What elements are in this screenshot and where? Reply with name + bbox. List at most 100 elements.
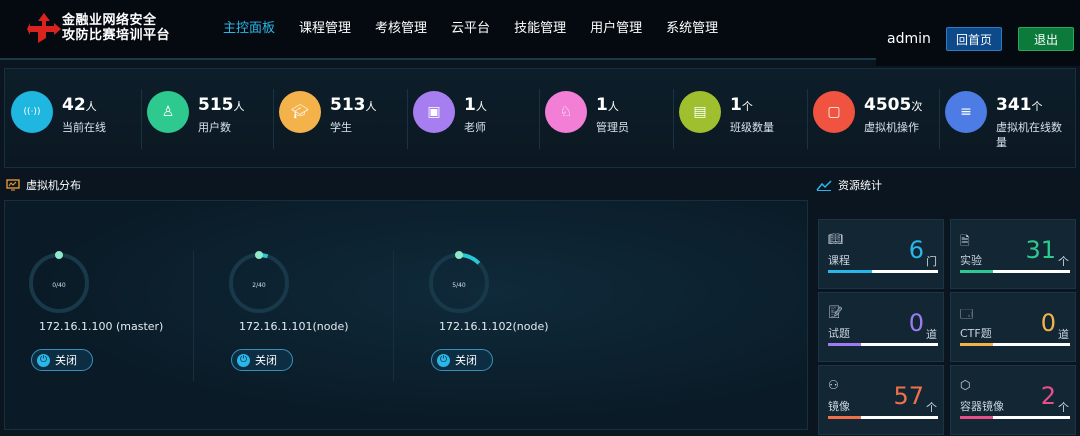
stat-value: 1人 xyxy=(596,95,619,115)
brand-title: 金融业网络安全 攻防比赛培训平台 xyxy=(62,13,171,43)
stat-label: 学生 xyxy=(330,121,352,134)
stat-separator xyxy=(141,89,142,149)
nav-exam[interactable]: 考核管理 xyxy=(363,0,439,58)
image-icon: ⚇ xyxy=(828,378,839,392)
vm-divider xyxy=(193,251,194,381)
container-icon: ⬡ xyxy=(960,378,971,392)
stat-separator xyxy=(939,89,940,149)
resource-label: 容器镜像 xyxy=(960,400,1004,413)
resource-label: 课程 xyxy=(828,254,850,267)
resource-progress-fill xyxy=(960,343,993,346)
power-icon: ⏻ xyxy=(437,353,450,367)
resource-panel: 📖︎ 课程 6 门 🗎︎ 实验 31 个 📝︎ 试题 0 道 🗔︎ CTF题 0… xyxy=(814,198,1076,436)
nav-cloud[interactable]: 云平台 xyxy=(439,0,502,58)
nav-user[interactable]: 用户管理 xyxy=(578,0,654,58)
resource-card-1[interactable]: 🗎︎ 实验 31 个 xyxy=(950,219,1076,289)
stat-value: 1个 xyxy=(730,95,753,115)
usage-ring: 0/40 xyxy=(29,251,89,313)
resource-card-5[interactable]: ⬡ 容器镜像 2 个 xyxy=(950,365,1076,435)
vm-node-1: 2/40 172.16.1.101(node) ⏻ 关闭 xyxy=(213,241,403,381)
logo-icon xyxy=(27,13,61,43)
resource-unit: 个 xyxy=(926,401,937,414)
resource-progress-fill xyxy=(828,270,872,273)
resource-label: CTF题 xyxy=(960,327,992,340)
resource-value: 0 xyxy=(1040,309,1056,337)
stat-separator xyxy=(807,89,808,149)
power-icon: ⏻ xyxy=(37,353,50,367)
wifi-icon: ((·)) xyxy=(11,91,53,133)
resource-section-title: 资源统计 xyxy=(816,177,882,193)
stat-separator xyxy=(539,89,540,149)
vm-section-title: 虚拟机分布 xyxy=(6,177,81,193)
resource-card-2[interactable]: 📝︎ 试题 0 道 xyxy=(818,292,944,362)
book-icon: 📖︎ xyxy=(828,232,844,246)
resource-value: 2 xyxy=(1040,382,1056,410)
resource-progress xyxy=(960,270,1070,273)
ring-knob xyxy=(455,251,463,259)
power-icon: ⏻ xyxy=(237,353,250,367)
vm-divider xyxy=(393,251,394,381)
stat-label: 管理员 xyxy=(596,121,629,134)
usage-ring: 5/40 xyxy=(429,251,489,313)
resource-card-4[interactable]: ⚇ 镜像 57 个 xyxy=(818,365,944,435)
user-icon: ♙ xyxy=(147,91,189,133)
stat-value: 42人 xyxy=(62,95,97,115)
chart-line-icon xyxy=(816,180,832,191)
resource-progress xyxy=(960,343,1070,346)
stat-label: 老师 xyxy=(464,121,486,134)
vm-panel: 0/40 172.16.1.100 (master) ⏻ 关闭 2/40 172.… xyxy=(4,200,808,430)
ring-knob xyxy=(55,251,63,259)
stat-separator xyxy=(273,89,274,149)
power-off-button[interactable]: ⏻ 关闭 xyxy=(431,349,493,371)
resource-progress xyxy=(960,416,1070,419)
resource-value: 0 xyxy=(908,309,924,337)
stat-label: 用户数 xyxy=(198,121,231,134)
vm-online-icon: ≡ xyxy=(945,91,987,133)
stat-separator xyxy=(673,89,674,149)
monitor-icon xyxy=(6,179,20,191)
admin-icon: ♘ xyxy=(545,91,587,133)
resource-card-3[interactable]: 🗔︎ CTF题 0 道 xyxy=(950,292,1076,362)
exit-button[interactable]: 退出 xyxy=(1018,27,1074,51)
experiment-icon: 🗎︎ xyxy=(960,234,970,248)
stat-separator xyxy=(407,89,408,149)
stat-value: 513人 xyxy=(330,95,377,115)
resource-unit: 道 xyxy=(926,328,937,341)
nav-system[interactable]: 系统管理 xyxy=(654,0,730,58)
exam-icon: 📝︎ xyxy=(828,305,844,319)
vm-op-icon: ▢ xyxy=(813,91,855,133)
resource-unit: 门 xyxy=(926,255,937,268)
resource-unit: 道 xyxy=(1058,328,1069,341)
usage-text: 5/40 xyxy=(452,282,466,289)
power-off-button[interactable]: ⏻ 关闭 xyxy=(31,349,93,371)
nav-dashboard[interactable]: 主控面板 xyxy=(211,0,288,88)
ctf-icon: 🗔︎ xyxy=(960,307,974,321)
vm-ip: 172.16.1.101(node) xyxy=(239,320,349,333)
resource-value: 57 xyxy=(893,382,924,410)
resource-label: 实验 xyxy=(960,254,982,267)
resource-progress xyxy=(828,416,938,419)
nav-skill[interactable]: 技能管理 xyxy=(502,0,578,58)
power-off-button[interactable]: ⏻ 关闭 xyxy=(231,349,293,371)
resource-progress-fill xyxy=(828,416,861,419)
resource-unit: 个 xyxy=(1058,401,1069,414)
stats-bar: ((·)) 42人 当前在线 ♙ 515人 用户数 🎓︎ 513人 学生 ▣ 1人 老… xyxy=(4,68,1076,168)
stat-label: 当前在线 xyxy=(62,121,106,134)
class-icon: ▤ xyxy=(679,91,721,133)
home-button[interactable]: 回首页 xyxy=(946,27,1002,51)
usage-text: 0/40 xyxy=(52,282,66,289)
resource-value: 31 xyxy=(1025,236,1056,264)
stat-label: 班级数量 xyxy=(730,121,774,134)
usage-text: 2/40 xyxy=(252,282,266,289)
resource-unit: 个 xyxy=(1058,255,1069,268)
resource-progress-fill xyxy=(960,416,993,419)
resource-label: 镜像 xyxy=(828,400,850,413)
resource-progress-fill xyxy=(828,343,861,346)
header-ledge xyxy=(876,58,1080,66)
nav-course[interactable]: 课程管理 xyxy=(287,0,363,58)
stat-value: 515人 xyxy=(198,95,245,115)
resource-progress-fill xyxy=(960,270,993,273)
resource-label: 试题 xyxy=(828,327,850,340)
resource-card-0[interactable]: 📖︎ 课程 6 门 xyxy=(818,219,944,289)
teacher-icon: ▣ xyxy=(413,91,455,133)
